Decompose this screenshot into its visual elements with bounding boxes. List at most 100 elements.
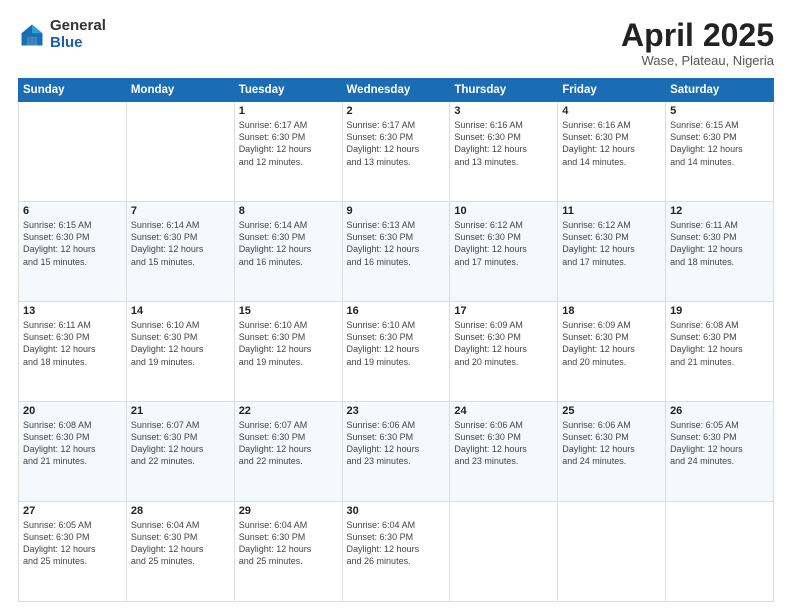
table-row: 15 Sunrise: 6:10 AM Sunset: 6:30 PM Dayli… [234,302,342,402]
header-row: Sunday Monday Tuesday Wednesday Thursday… [19,79,774,102]
col-saturday: Saturday [666,79,774,102]
day-number: 10 [454,205,553,217]
day-number: 1 [239,105,338,117]
day-number: 14 [131,305,230,317]
day-number: 4 [562,105,661,117]
day-info: Sunrise: 6:09 AM Sunset: 6:30 PM Dayligh… [562,319,661,368]
day-info: Sunrise: 6:05 AM Sunset: 6:30 PM Dayligh… [670,419,769,468]
day-info: Sunrise: 6:15 AM Sunset: 6:30 PM Dayligh… [23,219,122,268]
col-friday: Friday [558,79,666,102]
table-row: 5Sunrise: 6:15 AM Sunset: 6:30 PM Daylig… [666,102,774,202]
table-row: 24 Sunrise: 6:06 AM Sunset: 6:30 PM Dayli… [450,402,558,502]
day-number: 24 [454,405,553,417]
col-sunday: Sunday [19,79,127,102]
day-number: 16 [347,305,446,317]
day-number: 3 [454,105,553,117]
day-info: Sunrise: 6:10 AM Sunset: 6:30 PM Dayligh… [131,319,230,368]
table-row [126,102,234,202]
day-number: 8 [239,205,338,217]
day-number: 15 [239,305,338,317]
day-info: Sunrise: 6:17 AM Sunset: 6:30 PM Dayligh… [347,119,446,168]
day-number: 2 [347,105,446,117]
logo-blue-text: Blue [50,35,106,52]
day-number: 20 [23,405,122,417]
table-row: 2 Sunrise: 6:17 AM Sunset: 6:30 PM Daylig… [342,102,450,202]
day-info: Sunrise: 6:14 AM Sunset: 6:30 PM Dayligh… [131,219,230,268]
header: General Blue April 2025 Wase, Plateau, N… [18,18,774,68]
calendar-title: April 2025 [621,18,774,53]
day-info: Sunrise: 6:13 AM Sunset: 6:30 PM Dayligh… [347,219,446,268]
table-row: 20 Sunrise: 6:08 AM Sunset: 6:30 PM Dayli… [19,402,127,502]
col-thursday: Thursday [450,79,558,102]
table-row: 22Sunrise: 6:07 AM Sunset: 6:30 PM Dayli… [234,402,342,502]
table-row: 11 Sunrise: 6:12 AM Sunset: 6:30 PM Dayli… [558,202,666,302]
page: General Blue April 2025 Wase, Plateau, N… [0,0,792,612]
day-number: 18 [562,305,661,317]
table-row: 14 Sunrise: 6:10 AM Sunset: 6:30 PM Dayli… [126,302,234,402]
day-number: 30 [347,505,446,517]
calendar-week-row: 1 Sunrise: 6:17 AM Sunset: 6:30 PM Daylig… [19,102,774,202]
calendar-week-row: 13 Sunrise: 6:11 AM Sunset: 6:30 PM Dayli… [19,302,774,402]
day-number: 6 [23,205,122,217]
table-row: 7 Sunrise: 6:14 AM Sunset: 6:30 PM Daylig… [126,202,234,302]
logo: General Blue [18,18,106,51]
day-info: Sunrise: 6:09 AM Sunset: 6:30 PM Dayligh… [454,319,553,368]
day-info: Sunrise: 6:06 AM Sunset: 6:30 PM Dayligh… [347,419,446,468]
day-info: Sunrise: 6:11 AM Sunset: 6:30 PM Dayligh… [23,319,122,368]
table-row: 28Sunrise: 6:04 AM Sunset: 6:30 PM Dayli… [126,502,234,602]
table-row: 29Sunrise: 6:04 AM Sunset: 6:30 PM Dayli… [234,502,342,602]
col-tuesday: Tuesday [234,79,342,102]
day-number: 7 [131,205,230,217]
day-info: Sunrise: 6:06 AM Sunset: 6:30 PM Dayligh… [454,419,553,468]
day-number: 23 [347,405,446,417]
day-info: Sunrise: 6:08 AM Sunset: 6:30 PM Dayligh… [23,419,122,468]
day-info: Sunrise: 6:12 AM Sunset: 6:30 PM Dayligh… [562,219,661,268]
table-row: 10 Sunrise: 6:12 AM Sunset: 6:30 PM Dayli… [450,202,558,302]
table-row: 19 Sunrise: 6:08 AM Sunset: 6:30 PM Dayli… [666,302,774,402]
table-row: 1 Sunrise: 6:17 AM Sunset: 6:30 PM Daylig… [234,102,342,202]
logo-general-text: General [50,18,106,35]
day-number: 12 [670,205,769,217]
table-row: 17 Sunrise: 6:09 AM Sunset: 6:30 PM Dayli… [450,302,558,402]
day-info: Sunrise: 6:14 AM Sunset: 6:30 PM Dayligh… [239,219,338,268]
calendar-week-row: 27Sunrise: 6:05 AM Sunset: 6:30 PM Dayli… [19,502,774,602]
day-info: Sunrise: 6:10 AM Sunset: 6:30 PM Dayligh… [347,319,446,368]
calendar-table: Sunday Monday Tuesday Wednesday Thursday… [18,78,774,602]
day-info: Sunrise: 6:07 AM Sunset: 6:30 PM Dayligh… [131,419,230,468]
day-info: Sunrise: 6:17 AM Sunset: 6:30 PM Dayligh… [239,119,338,168]
table-row: 21Sunrise: 6:07 AM Sunset: 6:30 PM Dayli… [126,402,234,502]
day-number: 19 [670,305,769,317]
day-info: Sunrise: 6:04 AM Sunset: 6:30 PM Dayligh… [131,519,230,568]
day-info: Sunrise: 6:12 AM Sunset: 6:30 PM Dayligh… [454,219,553,268]
table-row: 25 Sunrise: 6:06 AM Sunset: 6:30 PM Dayli… [558,402,666,502]
calendar-week-row: 6 Sunrise: 6:15 AM Sunset: 6:30 PM Daylig… [19,202,774,302]
day-number: 22 [239,405,338,417]
day-info: Sunrise: 6:06 AM Sunset: 6:30 PM Dayligh… [562,419,661,468]
day-info: Sunrise: 6:10 AM Sunset: 6:30 PM Dayligh… [239,319,338,368]
day-number: 17 [454,305,553,317]
table-row [19,102,127,202]
table-row [666,502,774,602]
title-block: April 2025 Wase, Plateau, Nigeria [621,18,774,68]
day-info: Sunrise: 6:04 AM Sunset: 6:30 PM Dayligh… [239,519,338,568]
table-row: 16 Sunrise: 6:10 AM Sunset: 6:30 PM Dayli… [342,302,450,402]
table-row: 6 Sunrise: 6:15 AM Sunset: 6:30 PM Daylig… [19,202,127,302]
day-info: Sunrise: 6:11 AM Sunset: 6:30 PM Dayligh… [670,219,769,268]
day-number: 25 [562,405,661,417]
day-number: 27 [23,505,122,517]
day-info: Sunrise: 6:08 AM Sunset: 6:30 PM Dayligh… [670,319,769,368]
day-info: Sunrise: 6:15 AM Sunset: 6:30 PM Dayligh… [670,119,769,168]
table-row: 18 Sunrise: 6:09 AM Sunset: 6:30 PM Dayli… [558,302,666,402]
day-info: Sunrise: 6:04 AM Sunset: 6:30 PM Dayligh… [347,519,446,568]
day-number: 11 [562,205,661,217]
logo-icon [18,21,46,49]
table-row: 12 Sunrise: 6:11 AM Sunset: 6:30 PM Dayli… [666,202,774,302]
table-row [450,502,558,602]
day-number: 13 [23,305,122,317]
col-wednesday: Wednesday [342,79,450,102]
calendar-week-row: 20 Sunrise: 6:08 AM Sunset: 6:30 PM Dayli… [19,402,774,502]
table-row: 8 Sunrise: 6:14 AM Sunset: 6:30 PM Daylig… [234,202,342,302]
day-number: 9 [347,205,446,217]
table-row: 4Sunrise: 6:16 AM Sunset: 6:30 PM Daylig… [558,102,666,202]
table-row: 23 Sunrise: 6:06 AM Sunset: 6:30 PM Dayli… [342,402,450,502]
